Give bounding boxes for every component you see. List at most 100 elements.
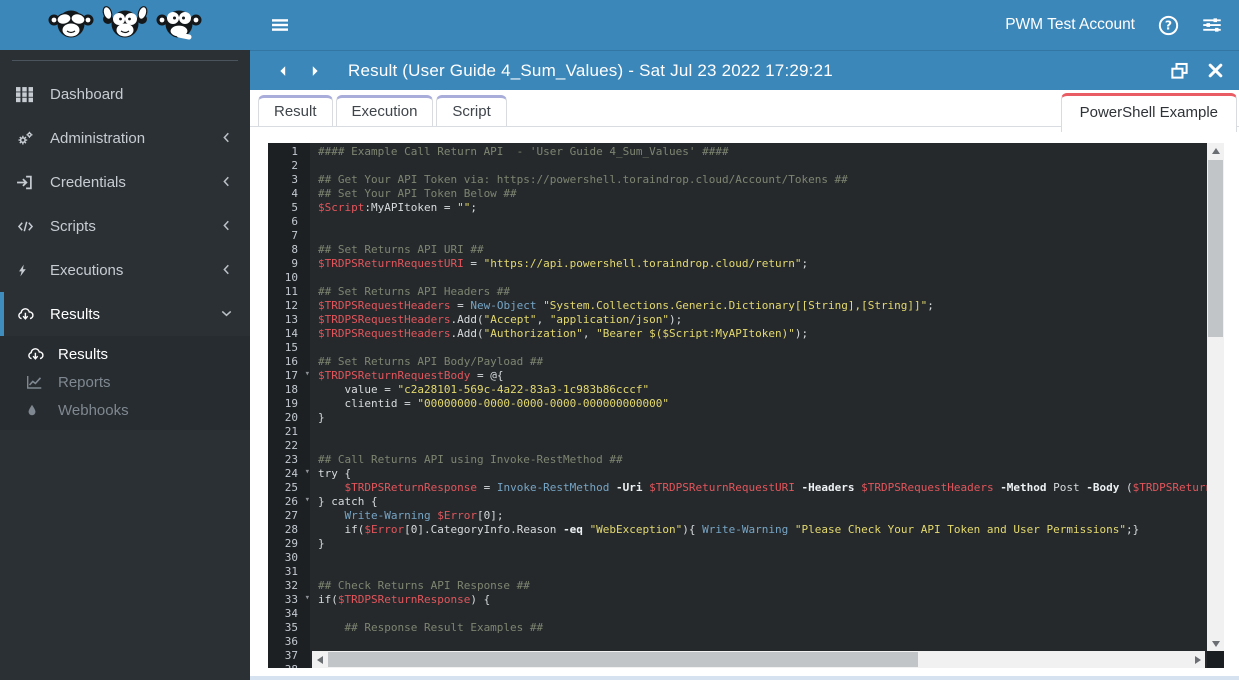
sidebar-item-label: Credentials — [50, 174, 126, 191]
line-number: 2 — [291, 159, 298, 172]
bottom-edge-strip — [250, 676, 1239, 680]
gutter-line-25: 25 — [268, 481, 310, 495]
code-line-25: $TRDPSReturnResponse = Invoke-RestMethod… — [318, 481, 1207, 495]
sign-in-icon — [16, 174, 38, 191]
account-name[interactable]: PWM Test Account — [1005, 16, 1135, 34]
horizontal-scrollbar[interactable] — [312, 651, 1205, 668]
gutter-line-24: 24▾ — [268, 467, 310, 481]
sidebar-subitem-webhooks[interactable]: Webhooks — [0, 396, 250, 424]
fold-marker-icon[interactable]: ▾ — [305, 495, 310, 505]
control-sidebar-sliders-icon[interactable] — [1201, 14, 1223, 36]
code-line-33: if($TRDPSReturnResponse) { — [318, 593, 1207, 607]
horizontal-scrollbar-thumb[interactable] — [328, 652, 918, 667]
line-number: 23 — [285, 453, 298, 466]
gutter-line-21: 21 — [268, 425, 310, 439]
line-number: 25 — [285, 481, 298, 494]
tab-result[interactable]: Result — [258, 95, 333, 126]
editor-gutter: 1234567891011121314151617▾18192021222324… — [268, 143, 310, 668]
sidebar-item-credentials[interactable]: Credentials — [0, 160, 250, 204]
next-result-button[interactable] — [304, 60, 326, 82]
sidebar-item-results[interactable]: Results — [0, 292, 250, 336]
sidebar-subitem-reports[interactable]: Reports — [0, 368, 250, 396]
line-number: 9 — [291, 257, 298, 270]
code-line-23: ## Call Returns API using Invoke-RestMet… — [318, 453, 1207, 467]
three-monkeys-icon — [47, 4, 203, 46]
line-number: 27 — [285, 509, 298, 522]
sidebar-item-label: Scripts — [50, 218, 96, 235]
gutter-line-29: 29 — [268, 537, 310, 551]
tab-execution[interactable]: Execution — [336, 95, 434, 126]
sidebar-item-dashboard[interactable]: Dashboard — [0, 72, 250, 116]
line-number: 33 — [285, 593, 298, 606]
line-number: 6 — [291, 215, 298, 228]
close-window-icon[interactable] — [1205, 61, 1225, 81]
code-line-10 — [318, 271, 1207, 285]
gutter-line-3: 3 — [268, 173, 310, 187]
sidebar-subitem-label: Reports — [58, 374, 111, 391]
code-line-18: value = "c2a28101-569c-4a22-83a3-1c983b8… — [318, 383, 1207, 397]
code-line-20: } — [318, 411, 1207, 425]
code-line-1: #### Example Call Return API - 'User Gui… — [318, 145, 1207, 159]
line-number: 7 — [291, 229, 298, 242]
editor-code[interactable]: #### Example Call Return API - 'User Gui… — [310, 143, 1207, 668]
chart-line-icon — [26, 374, 46, 390]
vertical-scrollbar-thumb[interactable] — [1208, 160, 1223, 337]
gutter-line-15: 15 — [268, 341, 310, 355]
help-icon[interactable]: ? — [1157, 14, 1179, 36]
cogs-icon — [16, 130, 38, 147]
line-number: 29 — [285, 537, 298, 550]
code-line-7 — [318, 229, 1207, 243]
gutter-line-10: 10 — [268, 271, 310, 285]
scroll-up-button[interactable] — [1208, 143, 1223, 158]
sidebar-item-administration[interactable]: Administration — [0, 116, 250, 160]
line-number: 28 — [285, 523, 298, 536]
line-number: 35 — [285, 621, 298, 634]
scroll-left-button[interactable] — [312, 652, 327, 667]
code-line-5: $Script:MyAPItoken = ""; — [318, 201, 1207, 215]
gutter-line-32: 32 — [268, 579, 310, 593]
line-number: 32 — [285, 579, 298, 592]
fold-marker-icon[interactable]: ▾ — [305, 369, 310, 379]
code-line-21 — [318, 425, 1207, 439]
gutter-line-22: 22 — [268, 439, 310, 453]
gutter-line-35: 35 — [268, 621, 310, 635]
fold-marker-icon[interactable]: ▾ — [305, 593, 310, 603]
code-line-6 — [318, 215, 1207, 229]
sidebar-item-executions[interactable]: Executions — [0, 248, 250, 292]
gutter-line-1: 1 — [268, 145, 310, 159]
code-line-9: $TRDPSReturnRequestURI = "https://api.po… — [318, 257, 1207, 271]
sidebar-item-scripts[interactable]: Scripts — [0, 204, 250, 248]
gutter-line-36: 36 — [268, 635, 310, 649]
chevron-left-icon — [220, 131, 234, 145]
code-editor[interactable]: 1234567891011121314151617▾18192021222324… — [268, 143, 1207, 668]
tab-powershell-example[interactable]: PowerShell Example — [1061, 93, 1237, 132]
line-number: 11 — [285, 285, 298, 298]
scroll-right-button[interactable] — [1190, 652, 1205, 667]
tab-script[interactable]: Script — [436, 95, 506, 126]
cloud-download-icon — [16, 306, 38, 323]
line-number: 18 — [285, 383, 298, 396]
gutter-line-18: 18 — [268, 383, 310, 397]
brand-logo[interactable] — [0, 0, 250, 50]
line-number: 10 — [285, 271, 298, 284]
sidebar-item-label: Administration — [50, 130, 145, 147]
gutter-line-34: 34 — [268, 607, 310, 621]
sidebar-subitem-results[interactable]: Results — [0, 340, 250, 368]
scrollbar-corner — [1207, 651, 1224, 668]
code-line-19: clientid = "00000000-0000-0000-0000-0000… — [318, 397, 1207, 411]
line-number: 21 — [285, 425, 298, 438]
restore-window-icon[interactable] — [1169, 61, 1189, 81]
code-line-24: try { — [318, 467, 1207, 481]
line-number: 30 — [285, 551, 298, 564]
code-line-31 — [318, 565, 1207, 579]
gutter-line-37: 37 — [268, 649, 310, 663]
code-line-11: ## Set Returns API Headers ## — [318, 285, 1207, 299]
hamburger-menu-icon[interactable] — [265, 10, 295, 40]
fold-marker-icon[interactable]: ▾ — [305, 467, 310, 477]
vertical-scrollbar[interactable] — [1207, 143, 1224, 651]
code-line-35: ## Response Result Examples ## — [318, 621, 1207, 635]
line-number: 15 — [285, 341, 298, 354]
line-number: 3 — [291, 173, 298, 186]
scroll-down-button[interactable] — [1208, 636, 1223, 651]
prev-result-button[interactable] — [272, 60, 294, 82]
